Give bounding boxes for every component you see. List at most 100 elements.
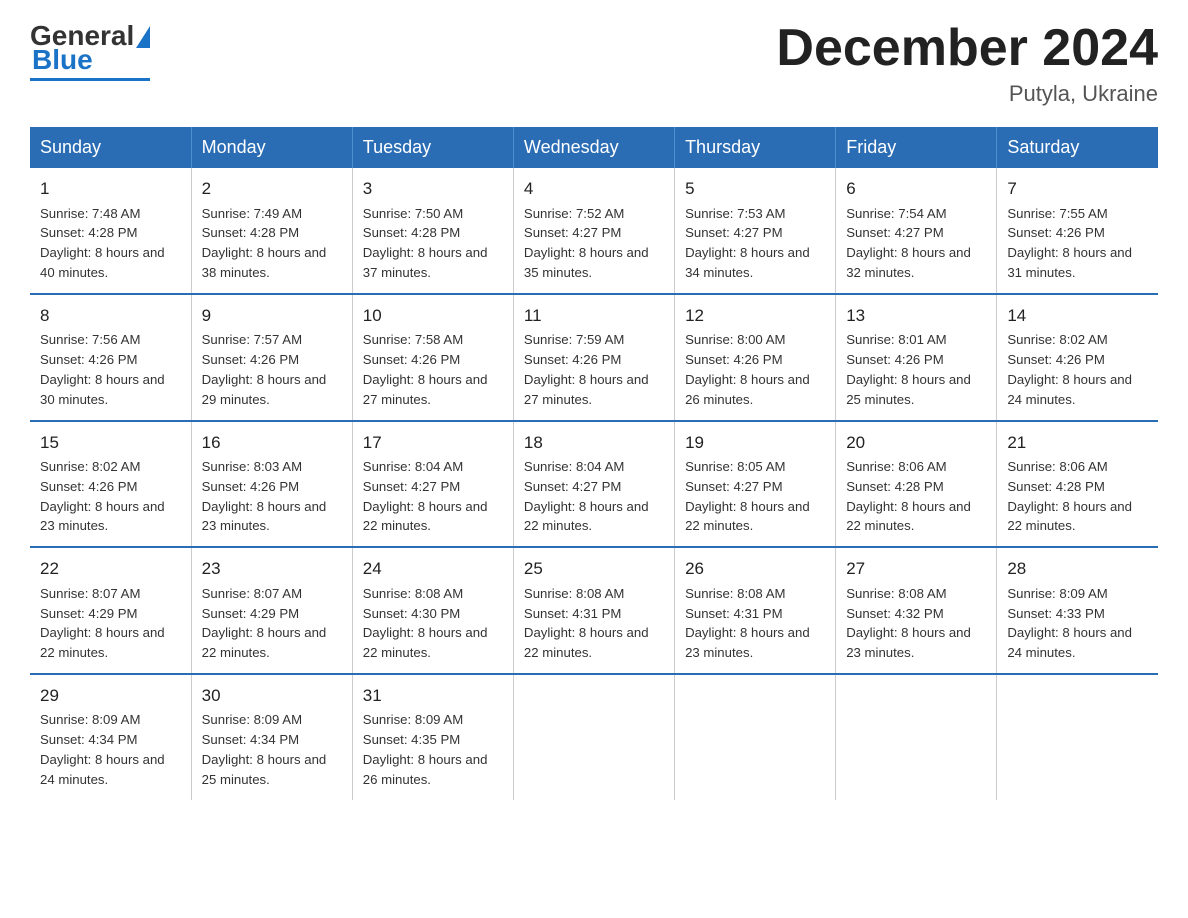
calendar-cell: 31 Sunrise: 8:09 AMSunset: 4:35 PMDaylig… bbox=[352, 674, 513, 800]
day-info: Sunrise: 8:09 AMSunset: 4:33 PMDaylight:… bbox=[1007, 584, 1148, 663]
day-info: Sunrise: 8:08 AMSunset: 4:31 PMDaylight:… bbox=[524, 584, 664, 663]
day-info: Sunrise: 8:08 AMSunset: 4:30 PMDaylight:… bbox=[363, 584, 503, 663]
page-header: General Blue December 2024 Putyla, Ukrai… bbox=[30, 20, 1158, 107]
calendar-week-row: 1 Sunrise: 7:48 AMSunset: 4:28 PMDayligh… bbox=[30, 168, 1158, 294]
calendar-cell: 30 Sunrise: 8:09 AMSunset: 4:34 PMDaylig… bbox=[191, 674, 352, 800]
day-info: Sunrise: 8:09 AMSunset: 4:35 PMDaylight:… bbox=[363, 710, 503, 789]
day-number: 2 bbox=[202, 176, 342, 202]
day-number: 14 bbox=[1007, 303, 1148, 329]
weekday-header-sunday: Sunday bbox=[30, 127, 191, 168]
calendar-week-row: 8 Sunrise: 7:56 AMSunset: 4:26 PMDayligh… bbox=[30, 294, 1158, 421]
day-number: 21 bbox=[1007, 430, 1148, 456]
day-info: Sunrise: 8:04 AMSunset: 4:27 PMDaylight:… bbox=[363, 457, 503, 536]
day-number: 22 bbox=[40, 556, 181, 582]
calendar-cell: 10 Sunrise: 7:58 AMSunset: 4:26 PMDaylig… bbox=[352, 294, 513, 421]
calendar-cell: 27 Sunrise: 8:08 AMSunset: 4:32 PMDaylig… bbox=[836, 547, 997, 674]
day-info: Sunrise: 7:58 AMSunset: 4:26 PMDaylight:… bbox=[363, 330, 503, 409]
day-info: Sunrise: 8:08 AMSunset: 4:31 PMDaylight:… bbox=[685, 584, 825, 663]
day-info: Sunrise: 8:09 AMSunset: 4:34 PMDaylight:… bbox=[40, 710, 181, 789]
day-info: Sunrise: 7:48 AMSunset: 4:28 PMDaylight:… bbox=[40, 204, 181, 283]
calendar-cell: 22 Sunrise: 8:07 AMSunset: 4:29 PMDaylig… bbox=[30, 547, 191, 674]
calendar-week-row: 15 Sunrise: 8:02 AMSunset: 4:26 PMDaylig… bbox=[30, 421, 1158, 548]
calendar-cell: 1 Sunrise: 7:48 AMSunset: 4:28 PMDayligh… bbox=[30, 168, 191, 294]
day-number: 9 bbox=[202, 303, 342, 329]
day-number: 26 bbox=[685, 556, 825, 582]
logo-blue-text: Blue bbox=[32, 44, 93, 76]
calendar-cell: 13 Sunrise: 8:01 AMSunset: 4:26 PMDaylig… bbox=[836, 294, 997, 421]
day-number: 18 bbox=[524, 430, 664, 456]
calendar-week-row: 22 Sunrise: 8:07 AMSunset: 4:29 PMDaylig… bbox=[30, 547, 1158, 674]
day-info: Sunrise: 7:59 AMSunset: 4:26 PMDaylight:… bbox=[524, 330, 664, 409]
day-info: Sunrise: 8:00 AMSunset: 4:26 PMDaylight:… bbox=[685, 330, 825, 409]
calendar-cell: 19 Sunrise: 8:05 AMSunset: 4:27 PMDaylig… bbox=[675, 421, 836, 548]
calendar-cell: 23 Sunrise: 8:07 AMSunset: 4:29 PMDaylig… bbox=[191, 547, 352, 674]
calendar-cell: 5 Sunrise: 7:53 AMSunset: 4:27 PMDayligh… bbox=[675, 168, 836, 294]
calendar-cell: 24 Sunrise: 8:08 AMSunset: 4:30 PMDaylig… bbox=[352, 547, 513, 674]
day-info: Sunrise: 8:02 AMSunset: 4:26 PMDaylight:… bbox=[40, 457, 181, 536]
logo-triangle-icon bbox=[136, 26, 150, 48]
day-info: Sunrise: 7:49 AMSunset: 4:28 PMDaylight:… bbox=[202, 204, 342, 283]
calendar-cell: 4 Sunrise: 7:52 AMSunset: 4:27 PMDayligh… bbox=[513, 168, 674, 294]
day-number: 8 bbox=[40, 303, 181, 329]
calendar-cell: 11 Sunrise: 7:59 AMSunset: 4:26 PMDaylig… bbox=[513, 294, 674, 421]
calendar-cell: 29 Sunrise: 8:09 AMSunset: 4:34 PMDaylig… bbox=[30, 674, 191, 800]
day-number: 12 bbox=[685, 303, 825, 329]
calendar-subtitle: Putyla, Ukraine bbox=[776, 81, 1158, 107]
day-number: 10 bbox=[363, 303, 503, 329]
day-number: 11 bbox=[524, 303, 664, 329]
day-number: 13 bbox=[846, 303, 986, 329]
weekday-header-friday: Friday bbox=[836, 127, 997, 168]
day-number: 7 bbox=[1007, 176, 1148, 202]
calendar-cell bbox=[675, 674, 836, 800]
calendar-cell: 20 Sunrise: 8:06 AMSunset: 4:28 PMDaylig… bbox=[836, 421, 997, 548]
calendar-table: SundayMondayTuesdayWednesdayThursdayFrid… bbox=[30, 127, 1158, 799]
day-info: Sunrise: 8:03 AMSunset: 4:26 PMDaylight:… bbox=[202, 457, 342, 536]
day-number: 24 bbox=[363, 556, 503, 582]
day-info: Sunrise: 7:57 AMSunset: 4:26 PMDaylight:… bbox=[202, 330, 342, 409]
title-block: December 2024 Putyla, Ukraine bbox=[776, 20, 1158, 107]
day-number: 17 bbox=[363, 430, 503, 456]
calendar-cell: 18 Sunrise: 8:04 AMSunset: 4:27 PMDaylig… bbox=[513, 421, 674, 548]
day-info: Sunrise: 8:02 AMSunset: 4:26 PMDaylight:… bbox=[1007, 330, 1148, 409]
day-info: Sunrise: 8:01 AMSunset: 4:26 PMDaylight:… bbox=[846, 330, 986, 409]
calendar-cell: 8 Sunrise: 7:56 AMSunset: 4:26 PMDayligh… bbox=[30, 294, 191, 421]
weekday-header-row: SundayMondayTuesdayWednesdayThursdayFrid… bbox=[30, 127, 1158, 168]
day-number: 19 bbox=[685, 430, 825, 456]
day-number: 4 bbox=[524, 176, 664, 202]
day-info: Sunrise: 8:09 AMSunset: 4:34 PMDaylight:… bbox=[202, 710, 342, 789]
day-info: Sunrise: 7:56 AMSunset: 4:26 PMDaylight:… bbox=[40, 330, 181, 409]
day-number: 28 bbox=[1007, 556, 1148, 582]
calendar-cell: 9 Sunrise: 7:57 AMSunset: 4:26 PMDayligh… bbox=[191, 294, 352, 421]
calendar-cell bbox=[513, 674, 674, 800]
calendar-cell: 3 Sunrise: 7:50 AMSunset: 4:28 PMDayligh… bbox=[352, 168, 513, 294]
calendar-cell: 16 Sunrise: 8:03 AMSunset: 4:26 PMDaylig… bbox=[191, 421, 352, 548]
day-number: 6 bbox=[846, 176, 986, 202]
calendar-week-row: 29 Sunrise: 8:09 AMSunset: 4:34 PMDaylig… bbox=[30, 674, 1158, 800]
day-number: 27 bbox=[846, 556, 986, 582]
calendar-cell: 25 Sunrise: 8:08 AMSunset: 4:31 PMDaylig… bbox=[513, 547, 674, 674]
calendar-cell: 12 Sunrise: 8:00 AMSunset: 4:26 PMDaylig… bbox=[675, 294, 836, 421]
calendar-cell bbox=[997, 674, 1158, 800]
day-info: Sunrise: 7:52 AMSunset: 4:27 PMDaylight:… bbox=[524, 204, 664, 283]
calendar-title: December 2024 bbox=[776, 20, 1158, 77]
day-number: 16 bbox=[202, 430, 342, 456]
day-number: 31 bbox=[363, 683, 503, 709]
calendar-cell: 17 Sunrise: 8:04 AMSunset: 4:27 PMDaylig… bbox=[352, 421, 513, 548]
day-info: Sunrise: 8:06 AMSunset: 4:28 PMDaylight:… bbox=[1007, 457, 1148, 536]
calendar-cell: 2 Sunrise: 7:49 AMSunset: 4:28 PMDayligh… bbox=[191, 168, 352, 294]
day-number: 5 bbox=[685, 176, 825, 202]
weekday-header-thursday: Thursday bbox=[675, 127, 836, 168]
logo-underline bbox=[30, 78, 150, 81]
day-info: Sunrise: 8:06 AMSunset: 4:28 PMDaylight:… bbox=[846, 457, 986, 536]
weekday-header-monday: Monday bbox=[191, 127, 352, 168]
day-number: 1 bbox=[40, 176, 181, 202]
day-info: Sunrise: 7:54 AMSunset: 4:27 PMDaylight:… bbox=[846, 204, 986, 283]
day-info: Sunrise: 8:04 AMSunset: 4:27 PMDaylight:… bbox=[524, 457, 664, 536]
day-number: 20 bbox=[846, 430, 986, 456]
calendar-cell: 7 Sunrise: 7:55 AMSunset: 4:26 PMDayligh… bbox=[997, 168, 1158, 294]
day-info: Sunrise: 7:55 AMSunset: 4:26 PMDaylight:… bbox=[1007, 204, 1148, 283]
weekday-header-saturday: Saturday bbox=[997, 127, 1158, 168]
logo: General Blue bbox=[30, 20, 150, 81]
day-number: 23 bbox=[202, 556, 342, 582]
day-info: Sunrise: 8:08 AMSunset: 4:32 PMDaylight:… bbox=[846, 584, 986, 663]
